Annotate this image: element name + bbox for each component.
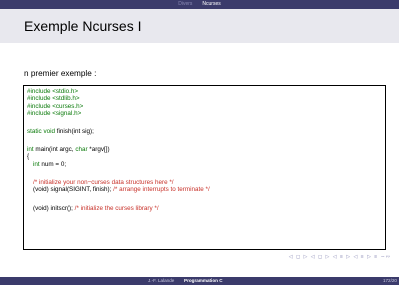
section-navigation-bar: Divers Ncurses [0, 0, 399, 9]
code-line: #include <curses.h> [27, 102, 84, 110]
code-text: main(int argc, [33, 146, 76, 153]
code-line: #include <stdlib.h> [27, 95, 80, 103]
page-number: 172/20 [382, 278, 397, 283]
frame-title: Exemple Ncurses I [0, 9, 399, 43]
code-line: int main(int argc, char *argv[]) [27, 146, 110, 153]
code-keyword: char [75, 146, 88, 153]
section-ncurses-link[interactable]: Ncurses [202, 0, 220, 9]
code-keyword: int [27, 146, 34, 153]
code-keyword: static void [27, 128, 55, 135]
footer-bar: J.-F. Lalande Programmation C 172/20 [0, 277, 399, 285]
code-line: (void) signal(SIGINT, finish); /* arrang… [33, 186, 210, 193]
code-listing: #include <stdio.h> #include <stdlib.h> #… [23, 85, 386, 250]
section-divers-link[interactable]: Divers [178, 0, 192, 9]
beamer-navigation-icons[interactable]: ◁ ◻ ▷ ◁ ◻ ▷ ◁ ≡ ▷ ◁ ≡ ▷ ≡ ∽∾ [289, 254, 391, 260]
code-comment: /* initialize the curses library */ [74, 205, 159, 212]
code-line: (void) initscr(); /* initialize the curs… [33, 205, 159, 212]
code-text: *argv[]) [87, 146, 110, 153]
code-line: int num = 0; [33, 161, 66, 168]
code-text: (void) signal(SIGINT, finish); [33, 186, 114, 194]
intro-text: n premier exemple : [24, 69, 97, 78]
code-line: #include <signal.h> [27, 110, 82, 118]
footer-title: Programmation C [184, 278, 223, 283]
code-line: { [27, 153, 30, 161]
code-comment: /* arrange interrupts to terminate */ [113, 186, 210, 194]
footer-author: J.-F. Lalande [148, 278, 175, 283]
code-text: num = 0; [39, 160, 67, 168]
code-line: #include <stdio.h> [27, 88, 79, 95]
code-text: finish(int sig); [55, 128, 94, 135]
code-comment: /* initialize your non−curses data struc… [33, 179, 174, 186]
code-keyword: int [33, 160, 40, 168]
code-text: (void) initscr(); [33, 205, 75, 212]
code-line: static void finish(int sig); [27, 128, 94, 135]
